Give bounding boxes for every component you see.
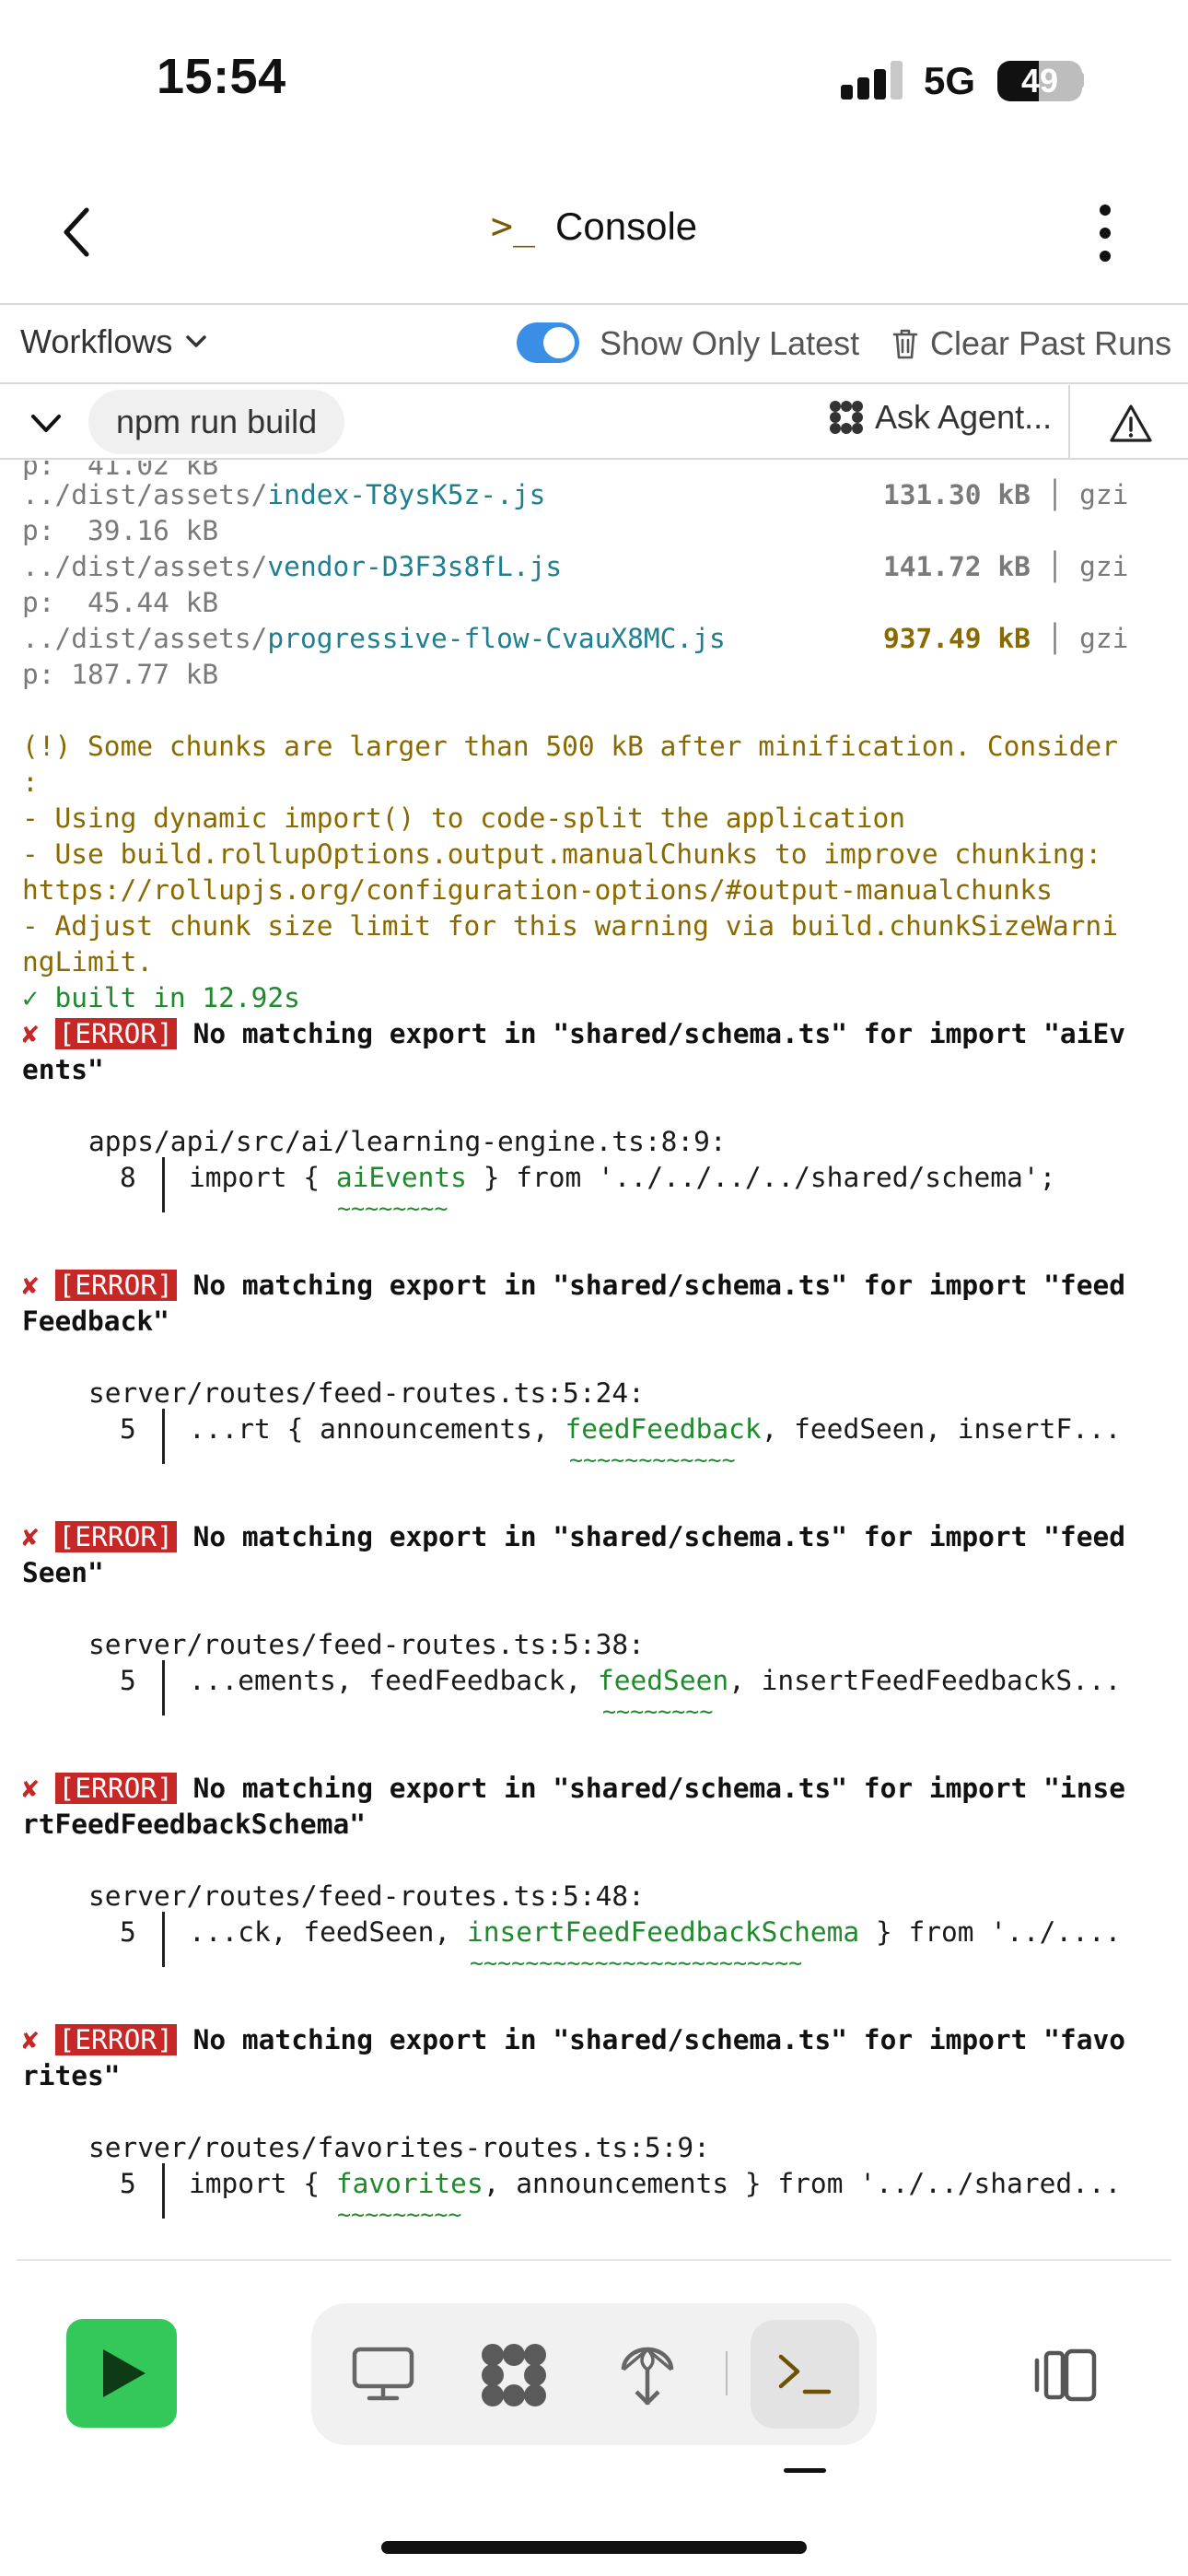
error-tag: [ERROR] [54, 1521, 177, 1552]
more-options-icon[interactable] [1094, 205, 1116, 262]
warning-line: ngLimit. [22, 946, 154, 978]
error-squiggle: ~~~~~~~~~~~~ [569, 1446, 736, 1473]
build-success-line: ✓ built in 12.92s [22, 982, 300, 1013]
error-line: ✘ [ERROR] No matching export in "shared/… [22, 1018, 1125, 1049]
error-squiggle: ~~~~~~~~~~~~~~~~~~~~~~~~ [470, 1950, 803, 1976]
play-icon [103, 2349, 146, 2397]
error-line-number: 5 [120, 1413, 136, 1445]
network-type: 5G [924, 59, 976, 102]
asset-size: 937.49 kB │ gzi [883, 623, 1129, 654]
code-gutter-bar [162, 1912, 165, 1967]
battery-icon: 49 [997, 61, 1082, 101]
agent-icon [830, 401, 863, 434]
error-line-number: 5 [120, 2168, 136, 2199]
toolbar-divider [0, 382, 1188, 384]
chevron-down-icon [186, 335, 207, 347]
clear-past-runs-label: Clear Past Runs [930, 324, 1172, 362]
error-line-cont: Feedback" [22, 1306, 169, 1337]
asset-line: ../dist/assets/vendor-D3F3s8fL.js [22, 551, 563, 582]
asset-line: ../dist/assets/progressive-flow-CvauX8MC… [22, 623, 726, 654]
asset-gzip-line: p: 187.77 kB [22, 659, 219, 690]
error-line: ✘ [ERROR] No matching export in "shared/… [22, 1270, 1125, 1301]
warning-line: - Use build.rollupOptions.output.manualC… [22, 838, 1102, 870]
asset-gzip-line: p: 39.16 kB [22, 515, 219, 546]
split-view-icon[interactable] [1033, 2348, 1098, 2403]
error-squiggle: ~~~~~~~~ [337, 1195, 448, 1222]
deploy-icon[interactable] [618, 2344, 677, 2408]
error-line-number: 8 [120, 1162, 136, 1193]
ask-agent-label: Ask Agent... [875, 398, 1053, 436]
command-divider-bottom [0, 458, 1188, 460]
terminal-prompt-icon: >_ [490, 205, 536, 248]
warning-icon[interactable] [1109, 404, 1153, 444]
warning-line: https://rollupjs.org/configuration-optio… [22, 874, 1053, 906]
error-line-number: 5 [120, 1665, 136, 1696]
error-tag: [ERROR] [54, 2024, 177, 2055]
battery-level: 49 [1020, 62, 1059, 100]
collapse-chevron-icon[interactable] [28, 405, 64, 442]
show-only-latest-label: Show Only Latest [600, 324, 860, 362]
code-gutter-bar [162, 1660, 165, 1715]
warning-line: : [22, 767, 39, 798]
error-tag: [ERROR] [54, 1018, 177, 1049]
error-squiggle: ~~~~~~~~~ [337, 2201, 462, 2228]
battery-tip [1077, 72, 1084, 88]
error-location: server/routes/feed-routes.ts:5:48: [88, 1880, 645, 1912]
code-gutter-bar [162, 1409, 165, 1464]
error-code: import { favorites, announcements } from… [189, 2168, 1122, 2199]
agent-icon[interactable] [480, 2342, 548, 2408]
header-title-group: >_ Console [0, 205, 1188, 249]
trash-icon [892, 329, 918, 359]
home-indicator [381, 2541, 807, 2554]
command-divider [1068, 385, 1070, 459]
error-tag: [ERROR] [54, 1773, 177, 1804]
cellular-signal-icon [841, 61, 903, 100]
warning-line: - Using dynamic import() to code-split t… [22, 802, 906, 834]
status-time: 15:54 [157, 49, 286, 104]
code-gutter-bar [162, 2163, 165, 2219]
warning-line: - Adjust chunk size limit for this warni… [22, 910, 1118, 942]
warning-line: (!) Some chunks are larger than 500 kB a… [22, 731, 1118, 762]
asset-size: 141.72 kB │ gzi [883, 551, 1129, 582]
error-line-number: 5 [120, 1916, 136, 1948]
error-line-cont: Seen" [22, 1557, 104, 1588]
error-location: server/routes/favorites-routes.ts:5:9: [88, 2132, 710, 2163]
toggle-knob [543, 327, 575, 358]
error-line: ✘ [ERROR] No matching export in "shared/… [22, 1773, 1125, 1804]
workflows-dropdown[interactable]: Workflows [20, 322, 207, 361]
run-button[interactable] [66, 2319, 177, 2428]
error-code: import { aiEvents } from '../../../../sh… [189, 1162, 1056, 1193]
error-line-cont: rtFeedFeedbackSchema" [22, 1809, 366, 1840]
error-location: apps/api/src/ai/learning-engine.ts:8:9: [88, 1126, 727, 1157]
monitor-icon[interactable] [351, 2346, 415, 2403]
active-tab-underline [784, 2468, 826, 2473]
error-line: ✘ [ERROR] No matching export in "shared/… [22, 2024, 1125, 2055]
clear-past-runs-button[interactable]: Clear Past Runs [891, 324, 1171, 363]
error-tag: [ERROR] [54, 1270, 177, 1301]
workflows-label: Workflows [20, 322, 173, 360]
console-output[interactable]: p: 41.02 kB ../dist/assets/index-T8ysK5z… [0, 461, 1188, 2257]
bottom-dock [311, 2303, 877, 2445]
error-squiggle: ~~~~~~~~ [602, 1698, 714, 1725]
error-location: server/routes/feed-routes.ts:5:24: [88, 1377, 645, 1409]
console-bottom-divider [17, 2259, 1171, 2261]
error-line-cont: ents" [22, 1054, 104, 1085]
asset-size: 131.30 kB │ gzi [883, 479, 1129, 510]
code-gutter-bar [162, 1157, 165, 1212]
error-line: ✘ [ERROR] No matching export in "shared/… [22, 1521, 1125, 1552]
error-location: server/routes/feed-routes.ts:5:38: [88, 1629, 645, 1660]
asset-gzip-line: p: 45.44 kB [22, 587, 219, 618]
command-pill[interactable]: npm run build [88, 390, 345, 454]
show-only-latest-toggle[interactable] [517, 322, 579, 363]
ask-agent-button[interactable]: Ask Agent... [829, 398, 1052, 437]
asset-line: ../dist/assets/index-T8ysK5z-.js [22, 479, 546, 510]
dock-separator [726, 2351, 728, 2395]
error-line-cont: rites" [22, 2060, 121, 2091]
header-divider [0, 303, 1188, 305]
page-title: Console [555, 205, 698, 248]
console-icon[interactable] [777, 2351, 833, 2397]
